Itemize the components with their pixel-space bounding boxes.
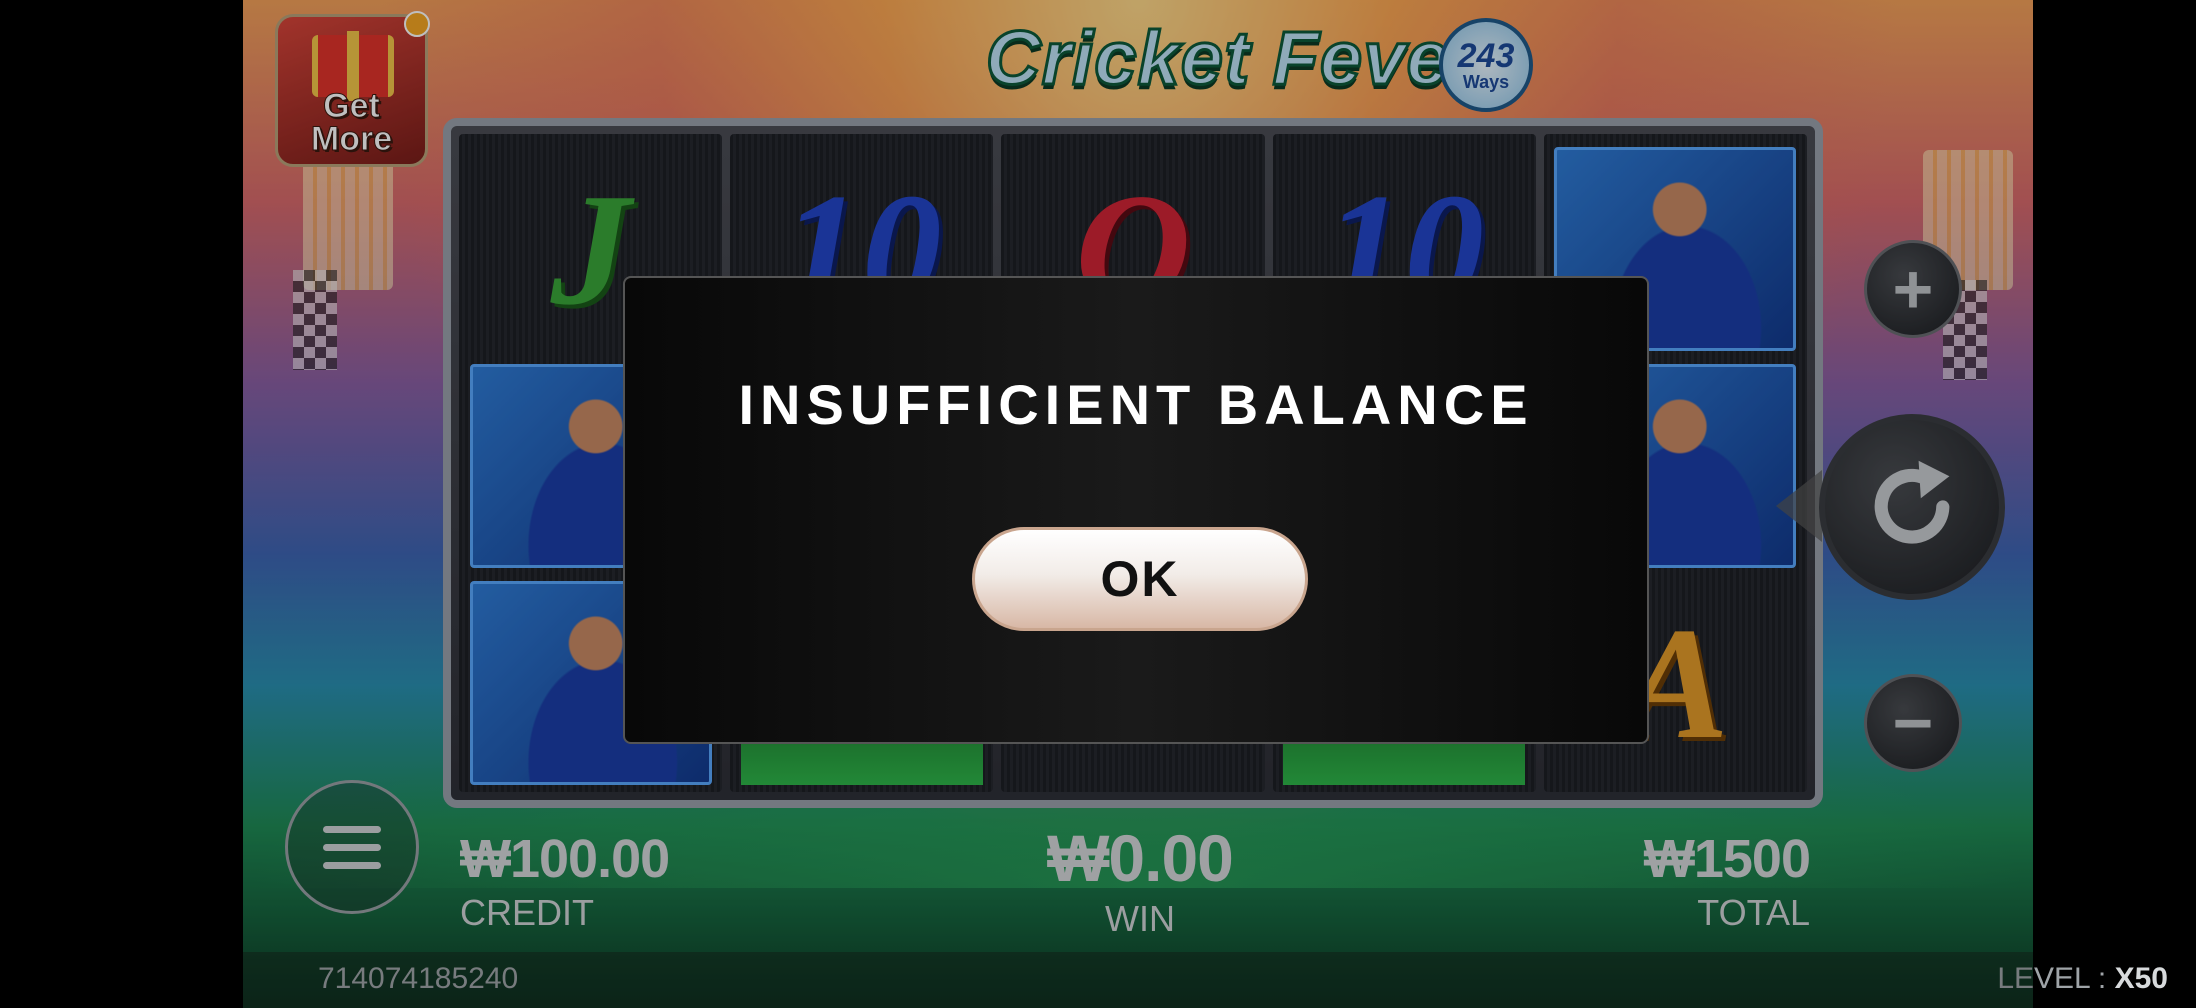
dialog-message: INSUFFICIENT BALANCE: [738, 373, 1534, 436]
ok-button[interactable]: OK: [972, 527, 1308, 631]
insufficient-balance-dialog: INSUFFICIENT BALANCE OK: [623, 276, 1649, 744]
level-value: X50: [2114, 962, 2168, 995]
